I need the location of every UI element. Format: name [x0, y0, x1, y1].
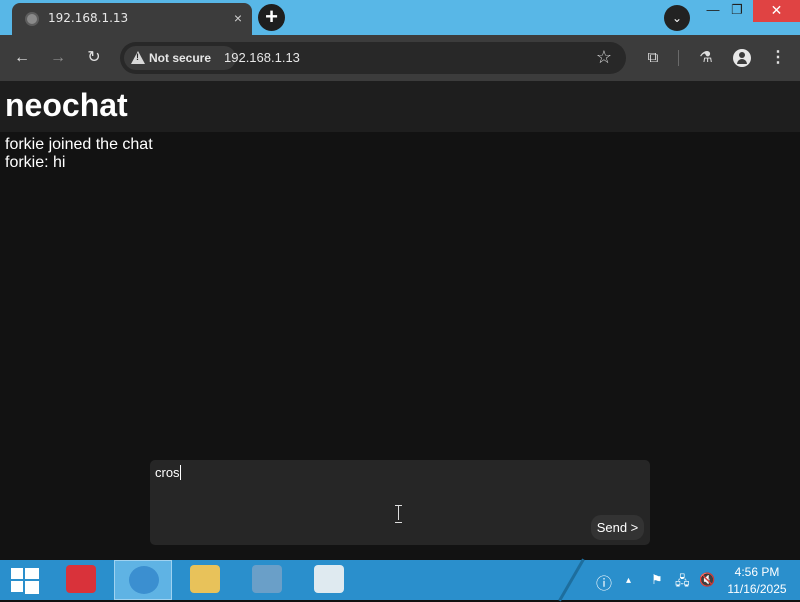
browser-menu-icon[interactable]: ⋮: [767, 47, 789, 69]
bookmark-star-icon[interactable]: ☆: [596, 47, 612, 67]
reload-button[interactable]: ↻: [83, 47, 105, 69]
tray-expand-icon[interactable]: ▴: [626, 575, 631, 586]
labs-flask-icon[interactable]: ⚗: [695, 47, 717, 69]
action-center-flag-icon[interactable]: ⚑: [651, 572, 663, 588]
security-indicator[interactable]: Not secure: [124, 46, 236, 70]
message-composer[interactable]: cros Send >: [150, 460, 650, 545]
browser-tab[interactable]: 192.168.1.13 ×: [12, 3, 252, 35]
start-button[interactable]: [0, 560, 50, 600]
document-viewer-icon: [314, 565, 344, 593]
tab-search-button[interactable]: ⌄: [664, 5, 690, 31]
taskbar-folder[interactable]: [176, 560, 234, 600]
message-list: forkie joined the chat forkie: hi: [5, 136, 153, 172]
profile-avatar-icon[interactable]: [731, 47, 753, 69]
url-text[interactable]: 192.168.1.13: [224, 50, 300, 65]
text-caret: [179, 465, 181, 480]
message-input-text: cros: [155, 465, 180, 480]
volume-muted-icon[interactable]: 🔇: [699, 572, 715, 588]
browser-toolbar: ← → ↻ Not secure 192.168.1.13 ☆ ⧉ ⚗ ⋮: [0, 35, 800, 81]
back-button[interactable]: ←: [11, 47, 33, 69]
forward-button[interactable]: →: [47, 47, 69, 69]
control-panel-icon: [252, 565, 282, 593]
security-label: Not secure: [149, 51, 212, 65]
send-button[interactable]: Send >: [591, 515, 644, 540]
clock-time: 4:56 PM: [734, 565, 780, 579]
new-tab-button[interactable]: +: [258, 4, 285, 31]
tab-title: 192.168.1.13: [48, 11, 129, 25]
page-title: neochat: [5, 87, 128, 123]
taskbar-separator: [560, 560, 590, 600]
folder-icon: [190, 565, 220, 593]
text-cursor-icon: [394, 505, 403, 523]
app-header: neochat: [0, 81, 800, 132]
network-icon[interactable]: 🖧: [675, 572, 690, 594]
taskbar: ⓘ ▴ ⚑ 🖧 🔇 4:56 PM 11/16/2025: [0, 560, 800, 600]
extensions-icon[interactable]: ⧉: [642, 47, 664, 69]
chat-message: forkie: hi: [5, 154, 66, 171]
restore-button[interactable]: ❐: [722, 0, 752, 22]
close-window-button[interactable]: ✕: [753, 0, 800, 22]
taskbar-browser[interactable]: [114, 560, 172, 600]
info-icon[interactable]: ⓘ: [596, 570, 612, 594]
taskbar-file-manager[interactable]: [52, 560, 110, 600]
taskbar-document-viewer[interactable]: [300, 560, 358, 600]
message-input[interactable]: cros: [155, 465, 635, 480]
windows-logo-icon: [11, 568, 39, 594]
tab-strip: 192.168.1.13 × + ⌄ — ❐ ✕: [0, 0, 800, 35]
warning-icon: [131, 51, 145, 64]
address-bar[interactable]: Not secure 192.168.1.13 ☆: [120, 42, 626, 74]
page-content: neochat forkie joined the chat forkie: h…: [0, 81, 800, 560]
browser-icon: [129, 566, 159, 594]
file-manager-icon: [66, 565, 96, 593]
chat-message: forkie joined the chat: [5, 136, 153, 153]
clock-date: 11/16/2025: [727, 582, 787, 596]
toolbar-divider: [678, 50, 679, 66]
tab-close-icon[interactable]: ×: [234, 9, 242, 27]
taskbar-clock[interactable]: 4:56 PM 11/16/2025: [724, 564, 790, 598]
globe-icon: [25, 12, 39, 26]
taskbar-control-panel[interactable]: [238, 560, 296, 600]
